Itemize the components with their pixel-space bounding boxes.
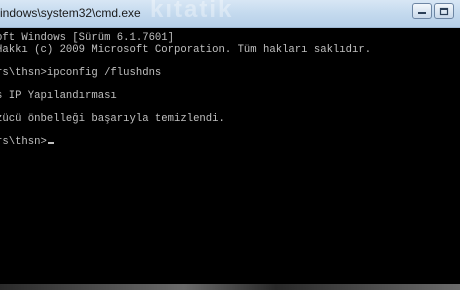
prompt-line: rs\thsn> — [0, 135, 371, 149]
cmd-window: indows\system32\cmd.exe kıtatik oft Wind… — [0, 0, 460, 290]
console-output[interactable]: oft Windows [Sürüm 6.1.7601] Hakkı (c) 20… — [0, 29, 460, 284]
console-line: rs\thsn>ipconfig /flushdns — [0, 66, 162, 79]
title-bar[interactable]: indows\system32\cmd.exe kıtatik — [0, 0, 460, 28]
prompt-text: rs\thsn> — [0, 135, 47, 148]
watermark-text: kıtatik — [150, 0, 234, 23]
window-title: indows\system32\cmd.exe — [0, 6, 141, 20]
maximize-button[interactable] — [434, 3, 454, 19]
console-text: oft Windows [Sürüm 6.1.7601] Hakkı (c) 20… — [0, 32, 372, 149]
console-line: oft Windows [Sürüm 6.1.7601] — [0, 32, 175, 44]
window-controls — [412, 3, 454, 19]
window-bottom-frame — [0, 284, 460, 290]
text-cursor — [47, 141, 54, 144]
console-line: s IP Yapılandırması — [0, 89, 117, 102]
console-line: Hakkı (c) 2009 Microsoft Corporation. Tü… — [0, 43, 372, 56]
minimize-button[interactable] — [412, 3, 432, 19]
minimize-icon — [418, 12, 426, 14]
maximize-icon — [439, 7, 449, 15]
console-line: zücü önbelleği başarıyla temizlendi. — [0, 112, 225, 125]
